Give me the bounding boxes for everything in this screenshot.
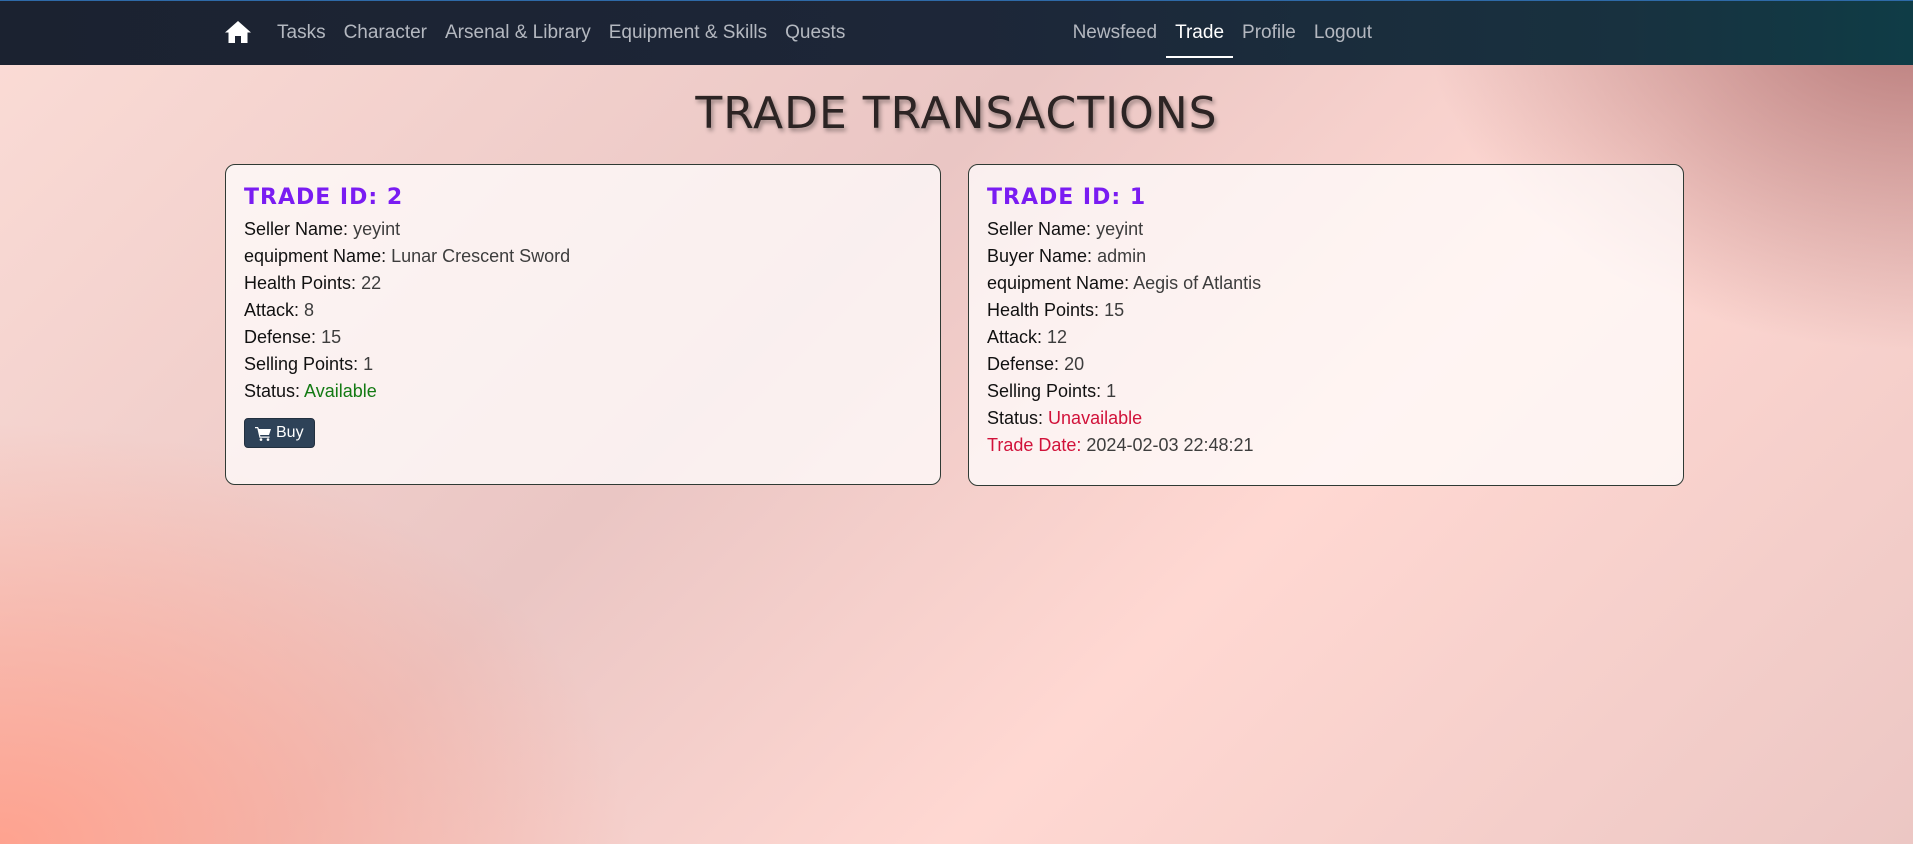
defense-row: Defense: 20 — [987, 351, 1665, 378]
seller-value: yeyint — [1096, 219, 1144, 239]
nav-arsenal-library[interactable]: Arsenal & Library — [436, 1, 600, 66]
status-row: Status: Unavailable — [987, 405, 1665, 432]
equipment-value: Lunar Crescent Sword — [391, 246, 571, 266]
selling-points-label: Selling Points: — [244, 354, 359, 374]
status-value: Available — [304, 381, 377, 401]
status-label: Status: — [987, 408, 1044, 428]
buyer-row: Buyer Name: admin — [987, 243, 1665, 270]
trade-date-label: Trade Date: — [987, 435, 1082, 455]
page-title: TRADE TRANSACTIONS — [695, 88, 1218, 139]
top-navbar: Tasks Character Arsenal & Library Equipm… — [0, 0, 1913, 65]
equipment-row: equipment Name: Aegis of Atlantis — [987, 270, 1665, 297]
nav-quests[interactable]: Quests — [776, 1, 854, 66]
nav-trade[interactable]: Trade — [1166, 1, 1233, 66]
attack-value: 12 — [1047, 327, 1068, 347]
buyer-value: admin — [1097, 246, 1147, 266]
status-row: Status: Available — [244, 378, 922, 405]
seller-row: Seller Name: yeyint — [987, 216, 1665, 243]
cart-icon — [255, 426, 271, 441]
attack-label: Attack: — [244, 300, 300, 320]
trade-title: TRADE ID: 2 — [244, 185, 404, 210]
hp-label: Health Points: — [987, 300, 1100, 320]
nav-equipment-skills[interactable]: Equipment & Skills — [600, 1, 776, 66]
seller-value: yeyint — [353, 219, 401, 239]
nav-newsfeed[interactable]: Newsfeed — [1064, 1, 1167, 66]
attack-label: Attack: — [987, 327, 1043, 347]
hp-label: Health Points: — [244, 273, 357, 293]
equipment-label: equipment Name: — [987, 273, 1130, 293]
equipment-value: Aegis of Atlantis — [1133, 273, 1262, 293]
trade-date-row: Trade Date: 2024-02-03 22:48:21 — [987, 432, 1665, 459]
home-icon[interactable] — [224, 20, 252, 44]
buy-button[interactable]: Buy — [244, 418, 315, 448]
nav-character[interactable]: Character — [335, 1, 436, 66]
trade-title: TRADE ID: 1 — [987, 185, 1147, 210]
nav-tasks[interactable]: Tasks — [268, 1, 335, 66]
seller-label: Seller Name: — [987, 219, 1092, 239]
trade-card: TRADE ID: 1 Seller Name: yeyint Buyer Na… — [968, 164, 1684, 486]
seller-label: Seller Name: — [244, 219, 349, 239]
defense-label: Defense: — [244, 327, 317, 347]
status-label: Status: — [244, 381, 301, 401]
selling-points-value: 1 — [363, 354, 374, 374]
nav-profile[interactable]: Profile — [1233, 1, 1305, 66]
nav-left-group: Tasks Character Arsenal & Library Equipm… — [268, 1, 854, 66]
nav-right-group: Newsfeed Trade Profile Logout — [1064, 1, 1381, 66]
selling-points-label: Selling Points: — [987, 381, 1102, 401]
buyer-label: Buyer Name: — [987, 246, 1093, 266]
defense-label: Defense: — [987, 354, 1060, 374]
hp-value: 15 — [1104, 300, 1125, 320]
trade-card: TRADE ID: 2 Seller Name: yeyint equipmen… — [225, 164, 941, 485]
selling-points-row: Selling Points: 1 — [244, 351, 922, 378]
hp-value: 22 — [361, 273, 382, 293]
status-value: Unavailable — [1048, 408, 1143, 428]
defense-value: 15 — [321, 327, 342, 347]
hp-row: Health Points: 15 — [987, 297, 1665, 324]
selling-points-row: Selling Points: 1 — [987, 378, 1665, 405]
attack-row: Attack: 8 — [244, 297, 922, 324]
hp-row: Health Points: 22 — [244, 270, 922, 297]
trade-date-value: 2024-02-03 22:48:21 — [1086, 435, 1254, 455]
attack-value: 8 — [304, 300, 315, 320]
seller-row: Seller Name: yeyint — [244, 216, 922, 243]
equipment-label: equipment Name: — [244, 246, 387, 266]
selling-points-value: 1 — [1106, 381, 1117, 401]
nav-logout[interactable]: Logout — [1305, 1, 1381, 66]
equipment-row: equipment Name: Lunar Crescent Sword — [244, 243, 922, 270]
defense-row: Defense: 15 — [244, 324, 922, 351]
defense-value: 20 — [1064, 354, 1085, 374]
buy-label: Buy — [276, 424, 304, 441]
attack-row: Attack: 12 — [987, 324, 1665, 351]
